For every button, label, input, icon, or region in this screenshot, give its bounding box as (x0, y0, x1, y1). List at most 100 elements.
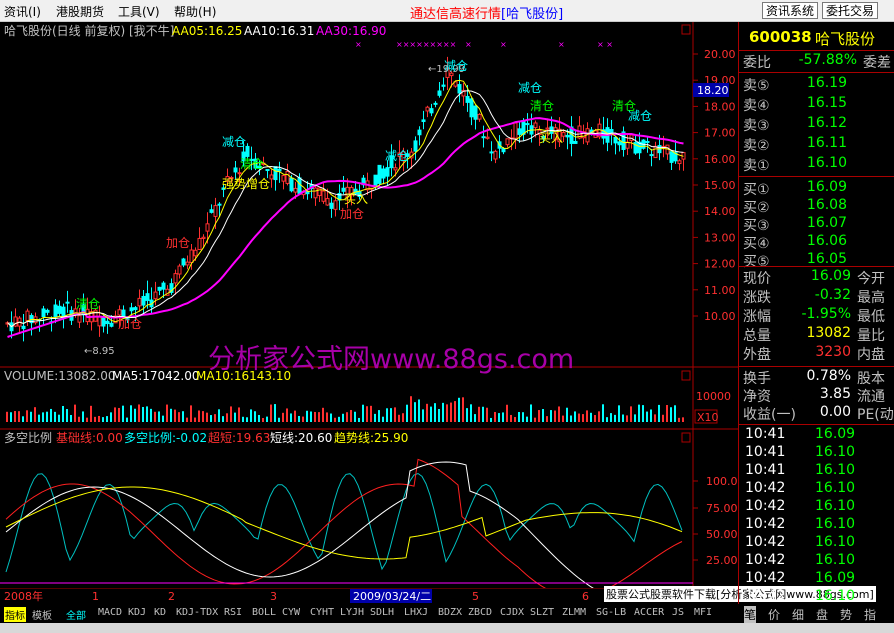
volume-bar (286, 408, 288, 422)
time-axis-label: 6 (582, 590, 589, 603)
volume-bar (110, 412, 112, 422)
indicator-tab[interactable]: SG-LB (596, 607, 626, 618)
volume-bar (630, 406, 632, 422)
indicator-tab[interactable]: MACD (98, 607, 122, 618)
trade-button[interactable]: 委托交易 (822, 2, 879, 19)
volume-bar (562, 415, 564, 422)
indicator-tab[interactable]: JS (672, 607, 684, 618)
menu-tools[interactable]: 工具(V) (118, 3, 160, 20)
weibi-label: 委比 (743, 55, 771, 71)
candle-body (473, 105, 478, 120)
volume-bar (482, 406, 484, 422)
indicator-tab[interactable]: KDJ-TDX (176, 607, 218, 618)
quote-tab[interactable]: 细 (792, 606, 804, 623)
stat-row-label: 现价 (743, 271, 771, 287)
menu-hk-futures[interactable]: 港股期货 (56, 3, 104, 20)
indicator-tab[interactable]: KDJ (128, 607, 146, 618)
volume-bar (498, 413, 500, 422)
tick-time: 10:42 (745, 570, 786, 586)
signal-label: 清仓 (240, 157, 264, 171)
candle-body (653, 145, 658, 159)
volume-bar (582, 414, 584, 422)
candle-body (109, 322, 114, 327)
volume-bar (230, 406, 232, 422)
indicator-tab[interactable]: RSI (224, 607, 242, 618)
fund-row-value: 3.85 (819, 386, 851, 402)
volume-bar (534, 417, 536, 422)
candle-body (501, 148, 506, 153)
quote-tab[interactable]: 笔 (744, 606, 757, 623)
fund-row: 收益(一) 0.00 PE(动) (739, 404, 894, 424)
indicator-tab[interactable]: BOLL (252, 607, 276, 618)
quote-tab[interactable]: 盘 (816, 606, 828, 623)
indicator-tab[interactable]: 模板 (32, 607, 52, 622)
candle-body (477, 113, 482, 120)
volume-bar (442, 402, 444, 422)
candle-body (285, 171, 290, 184)
menu-info[interactable]: 资讯(I) (4, 3, 41, 20)
candle-body (433, 102, 438, 105)
volume-bar (502, 412, 504, 422)
signal-markers-6: × (355, 40, 362, 49)
indicator-tab[interactable]: CJDX (500, 607, 524, 618)
signal-label: 减仓 (222, 135, 246, 149)
indicator-tab[interactable]: ZBCD (468, 607, 492, 618)
indicator-tab[interactable]: CYW (282, 607, 300, 618)
volume-bar (94, 416, 96, 422)
stat-row-label2: 今开 (857, 271, 885, 287)
signal-markers-4: × (558, 40, 565, 49)
candle-body (277, 168, 282, 172)
candle-body (333, 200, 338, 210)
indicator-tab[interactable]: ACCER (634, 607, 664, 618)
quote-tab[interactable]: 价 (768, 606, 780, 623)
kline-chart[interactable]: 哈飞股份(日线 前复权) [我不牛] AA05:16.25 AA10:16.31… (0, 22, 738, 588)
volume-bar (446, 404, 448, 422)
volume-bar (638, 404, 640, 422)
volume-bar (114, 407, 116, 422)
tick-price: 16.10 (815, 444, 856, 460)
menu-help[interactable]: 帮助(H) (174, 3, 216, 20)
stock-name: 哈飞股份 (815, 30, 876, 48)
volume-bar (282, 412, 284, 422)
tick-time: 10:41 (745, 426, 786, 442)
candle-body (521, 120, 526, 135)
window-bottom-edge (0, 623, 894, 633)
stock-code: 600038 (749, 28, 812, 46)
tick-price: 16.10 (815, 462, 856, 478)
volume-bar (142, 406, 144, 422)
volume-bar (130, 405, 132, 422)
volume-bar (682, 417, 684, 422)
candle-body (197, 237, 202, 250)
candle-body (53, 304, 58, 318)
volume-bar (558, 406, 560, 422)
indicator-tab[interactable]: SLZT (530, 607, 554, 618)
candle-body (217, 203, 222, 206)
candle-body (417, 129, 422, 136)
fund-row-label2: PE(动) (857, 407, 894, 423)
indicator-tab[interactable]: BDZX (438, 607, 462, 618)
indicator-tab[interactable]: SDLH (370, 607, 394, 618)
indicator-tab[interactable]: CYHT (310, 607, 334, 618)
indicator-tab[interactable]: LYJH (340, 607, 364, 618)
indicator-tabs: 指标 模板 全部 MACD KDJ KD KDJ-TDX RSI BOLL CYW CYHT LYJH… (0, 604, 738, 623)
tick-row: 10:41 16.10 (739, 462, 894, 482)
tick-row: 10:42 16.10 (739, 516, 894, 536)
indicator-tab[interactable]: 全部 (66, 607, 86, 622)
info-system-button[interactable]: 资讯系统 (762, 2, 819, 19)
indicator-tab[interactable]: MFI (694, 607, 712, 618)
volume-bar (202, 411, 204, 422)
volume-bar (510, 414, 512, 422)
sell-row: 卖② 16.11 (739, 135, 894, 155)
volume-bar (438, 409, 440, 422)
quote-tab[interactable]: 指 (864, 606, 876, 623)
indicator-tab[interactable]: 指标 (4, 607, 26, 622)
quote-tab[interactable]: 势 (840, 606, 852, 623)
volume-bar (66, 409, 68, 422)
volume-bar (406, 404, 408, 422)
sell-row-value: 16.10 (806, 155, 847, 171)
indicator-tab[interactable]: LHXJ (404, 607, 428, 618)
signal-label: 减仓 (385, 149, 409, 163)
indicator-tab[interactable]: ZLMM (562, 607, 586, 618)
indicator-tab[interactable]: KD (154, 607, 166, 618)
candle-body (209, 209, 214, 213)
